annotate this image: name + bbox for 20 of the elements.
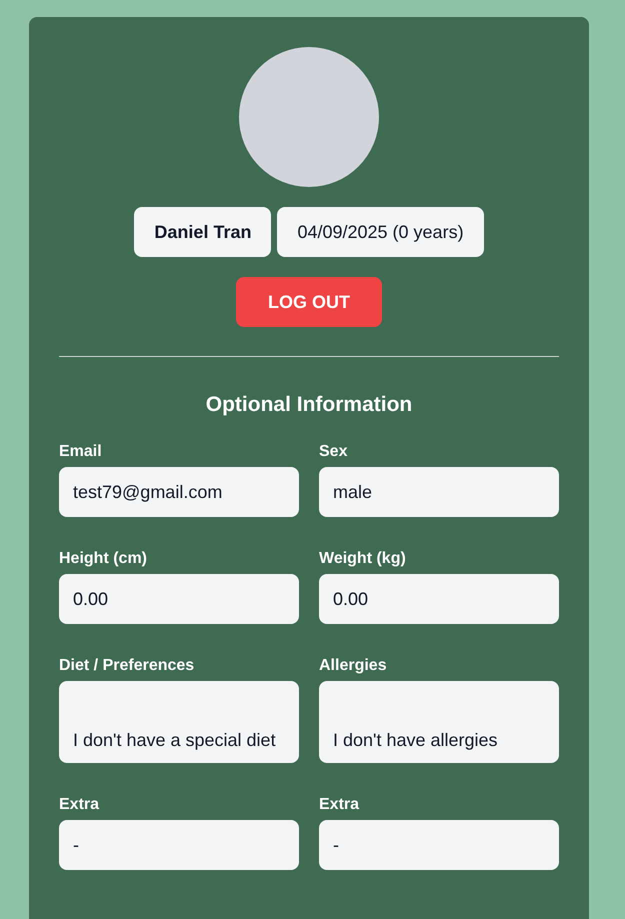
input-field[interactable]: 0.00 <box>319 574 559 624</box>
field-label: Extra <box>59 796 100 814</box>
text-area[interactable]: I don't have a special diet <box>59 681 299 763</box>
input-field[interactable]: test79@gmail.com <box>59 467 299 517</box>
section-title: Optional Information <box>206 393 412 417</box>
field-label: Email <box>59 443 103 461</box>
text-area[interactable]: I don't have allergies <box>319 681 559 763</box>
user-name: Daniel Tran <box>134 207 272 257</box>
input-field[interactable]: male <box>319 467 559 517</box>
field-label: Height (cm) <box>59 550 148 568</box>
field-label: Diet / Preferences <box>59 657 196 675</box>
field-label: Sex <box>319 443 348 461</box>
logout-button[interactable]: LOG OUT <box>236 277 382 327</box>
input-field[interactable]: 0.00 <box>59 574 299 624</box>
input-field[interactable]: - <box>59 820 299 870</box>
field-label: Weight (kg) <box>319 550 407 568</box>
input-field[interactable]: - <box>319 820 559 870</box>
birth-date: 04/09/2025 (0 years) <box>277 207 484 257</box>
field-label: Allergies <box>319 657 388 675</box>
field-label: Extra <box>319 796 360 814</box>
